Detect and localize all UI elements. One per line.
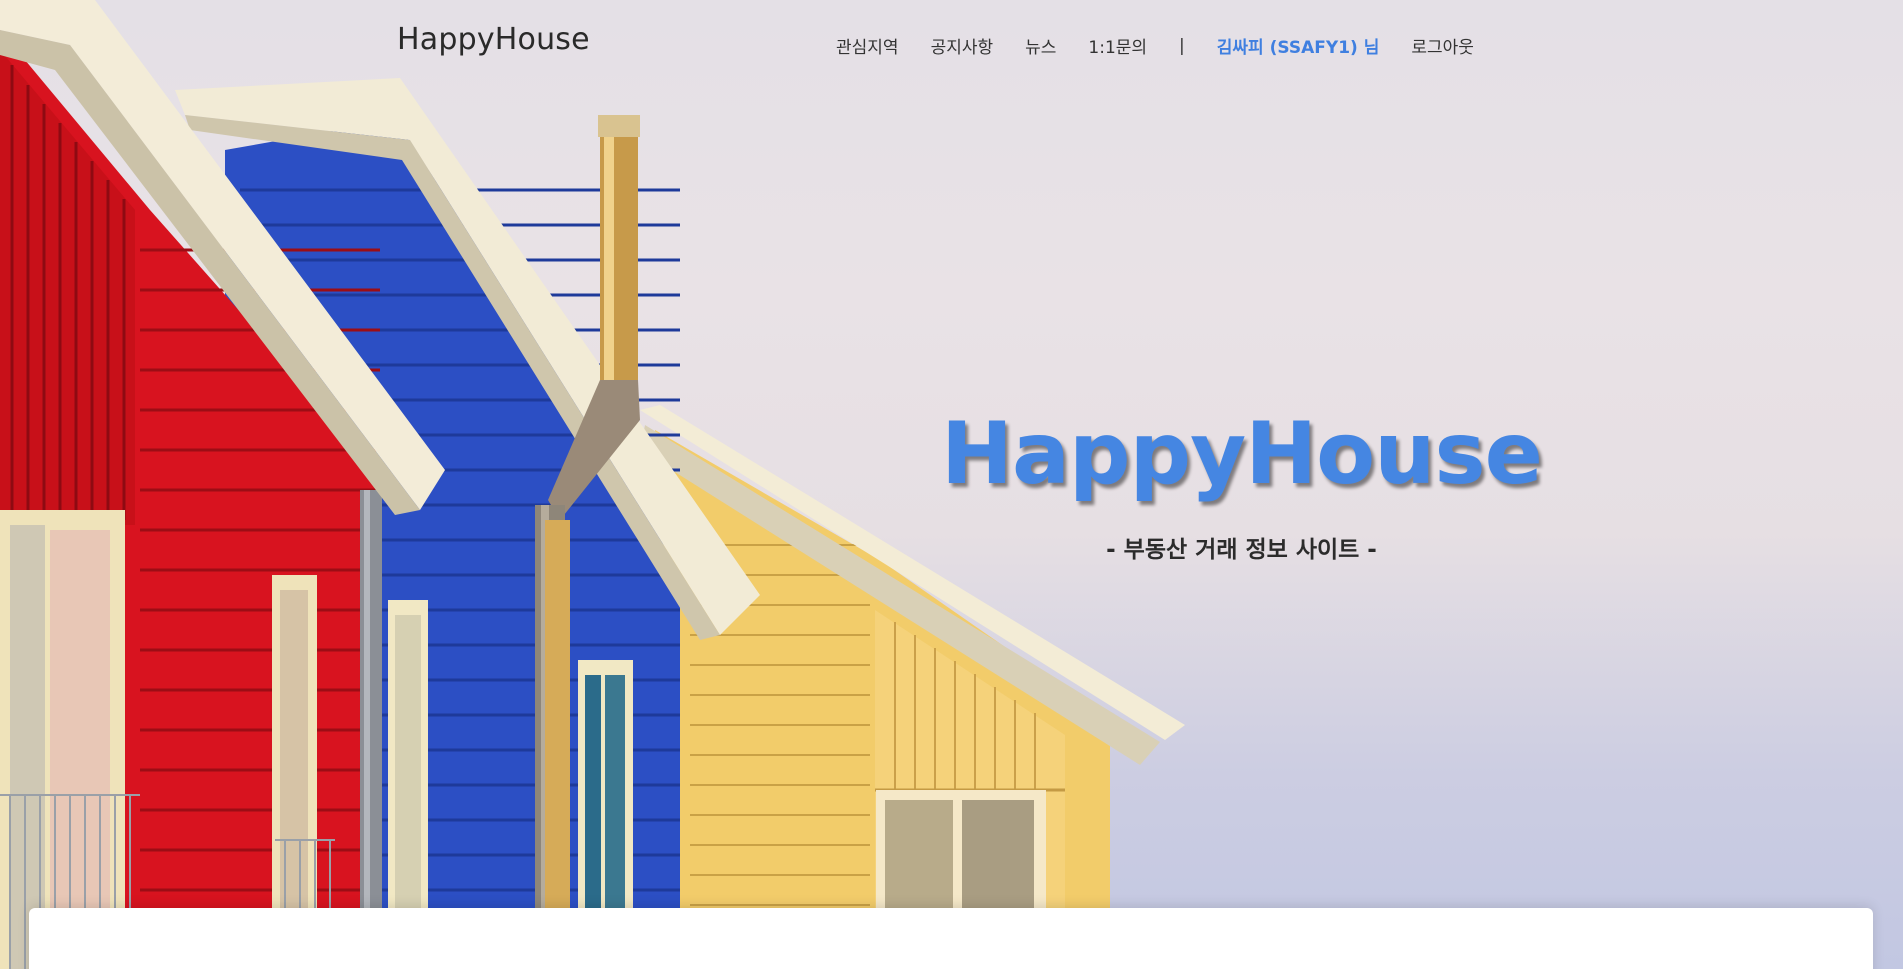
hero-section: HappyHouse 관심지역 공지사항 뉴스 1:1문의 | 김싸피 (SSA… — [0, 0, 1903, 969]
top-navbar: HappyHouse 관심지역 공지사항 뉴스 1:1문의 | 김싸피 (SSA… — [0, 0, 1903, 90]
hero-title: HappyHouse — [941, 404, 1543, 504]
nav-link-inquiry[interactable]: 1:1문의 — [1088, 33, 1147, 58]
nav-link-favorite-area[interactable]: 관심지역 — [836, 33, 899, 58]
nav-separator: | — [1179, 35, 1185, 56]
nav-link-notice[interactable]: 공지사항 — [931, 33, 994, 58]
hero-subtitle: - 부동산 거래 정보 사이트 - — [1106, 537, 1377, 563]
nav-link-news[interactable]: 뉴스 — [1025, 33, 1056, 58]
main-content-card — [29, 908, 1873, 969]
nav-menu: 관심지역 공지사항 뉴스 1:1문의 | 김싸피 (SSAFY1) 님 로그아웃 — [836, 33, 1474, 59]
brand-logo[interactable]: HappyHouse — [397, 22, 590, 57]
nav-user-profile[interactable]: 김싸피 (SSAFY1) 님 — [1217, 33, 1380, 58]
logout-button[interactable]: 로그아웃 — [1411, 33, 1474, 58]
